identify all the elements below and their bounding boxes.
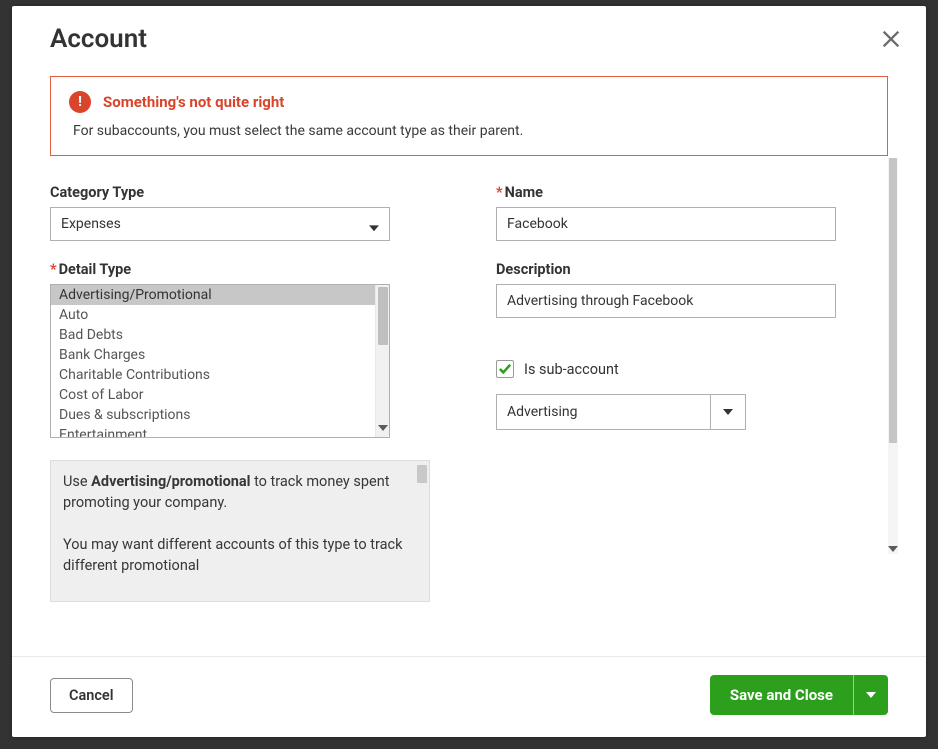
cancel-button[interactable]: Cancel bbox=[50, 678, 133, 713]
left-column: Category Type Expenses *Detail Type bbox=[50, 184, 442, 602]
modal-scrollbar[interactable] bbox=[888, 158, 898, 554]
modal-title: Account bbox=[50, 24, 888, 54]
description-label: Description bbox=[496, 261, 888, 278]
scrollbar-thumb[interactable] bbox=[378, 287, 388, 345]
required-star: * bbox=[496, 184, 503, 201]
helpbox-scrollbar-thumb[interactable] bbox=[417, 465, 427, 483]
close-icon[interactable] bbox=[880, 28, 902, 50]
right-column: *Name Facebook Description Advertising t… bbox=[496, 184, 888, 602]
category-type-label: Category Type bbox=[50, 184, 442, 201]
sub-account-checkbox[interactable] bbox=[496, 360, 514, 378]
modal-scrollbar-thumb[interactable] bbox=[889, 158, 897, 443]
list-item[interactable]: Bad Debts bbox=[51, 325, 375, 345]
chevron-down-icon bbox=[369, 219, 379, 235]
error-alert: ! Something's not quite right For subacc… bbox=[50, 76, 888, 156]
scroll-down-icon[interactable] bbox=[378, 419, 388, 435]
save-and-close-split-button: Save and Close bbox=[710, 675, 888, 715]
save-dropdown-toggle[interactable] bbox=[853, 675, 888, 715]
modal-scroll-area[interactable]: ! Something's not quite right For subacc… bbox=[50, 62, 888, 656]
required-star: * bbox=[50, 261, 57, 278]
alert-icon: ! bbox=[69, 91, 91, 113]
description-value: Advertising through Facebook bbox=[507, 293, 693, 309]
parent-account-value: Advertising bbox=[497, 395, 710, 429]
list-item[interactable]: Charitable Contributions bbox=[51, 365, 375, 385]
listbox-scrollbar[interactable] bbox=[375, 285, 389, 437]
alert-title: Something's not quite right bbox=[103, 93, 284, 111]
list-item[interactable]: Advertising/Promotional bbox=[51, 285, 375, 305]
chevron-down-icon[interactable] bbox=[710, 395, 745, 429]
list-item[interactable]: Bank Charges bbox=[51, 345, 375, 365]
list-item[interactable]: Cost of Labor bbox=[51, 385, 375, 405]
sub-account-row: Is sub-account bbox=[496, 360, 888, 378]
form-grid: Category Type Expenses *Detail Type bbox=[50, 184, 888, 602]
alert-header: ! Something's not quite right bbox=[69, 91, 869, 113]
name-input[interactable]: Facebook bbox=[496, 207, 836, 241]
detail-type-help: Use Advertising/promotional to track mon… bbox=[50, 460, 430, 602]
account-modal: Account ! Something's not quite right Fo… bbox=[12, 6, 926, 737]
description-input[interactable]: Advertising through Facebook bbox=[496, 284, 836, 318]
category-type-select[interactable]: Expenses bbox=[50, 207, 390, 241]
modal-body: ! Something's not quite right For subacc… bbox=[12, 62, 926, 656]
detail-type-label: *Detail Type bbox=[50, 261, 442, 278]
name-value: Facebook bbox=[507, 216, 568, 232]
list-item[interactable]: Dues & subscriptions bbox=[51, 405, 375, 425]
save-button[interactable]: Save and Close bbox=[710, 675, 853, 715]
alert-message: For subaccounts, you must select the sam… bbox=[73, 123, 869, 139]
modal-footer: Cancel Save and Close bbox=[12, 656, 926, 737]
scroll-down-icon[interactable] bbox=[888, 544, 898, 554]
list-item[interactable]: Auto bbox=[51, 305, 375, 325]
sub-account-label: Is sub-account bbox=[524, 361, 619, 378]
detail-type-listbox[interactable]: Advertising/PromotionalAutoBad DebtsBank… bbox=[50, 284, 390, 438]
category-type-value: Expenses bbox=[61, 216, 121, 232]
modal-backdrop: Account ! Something's not quite right Fo… bbox=[0, 0, 938, 749]
parent-account-select[interactable]: Advertising bbox=[496, 394, 746, 430]
list-item[interactable]: Entertainment bbox=[51, 425, 375, 438]
modal-header: Account bbox=[12, 6, 926, 62]
name-label: *Name bbox=[496, 184, 888, 201]
